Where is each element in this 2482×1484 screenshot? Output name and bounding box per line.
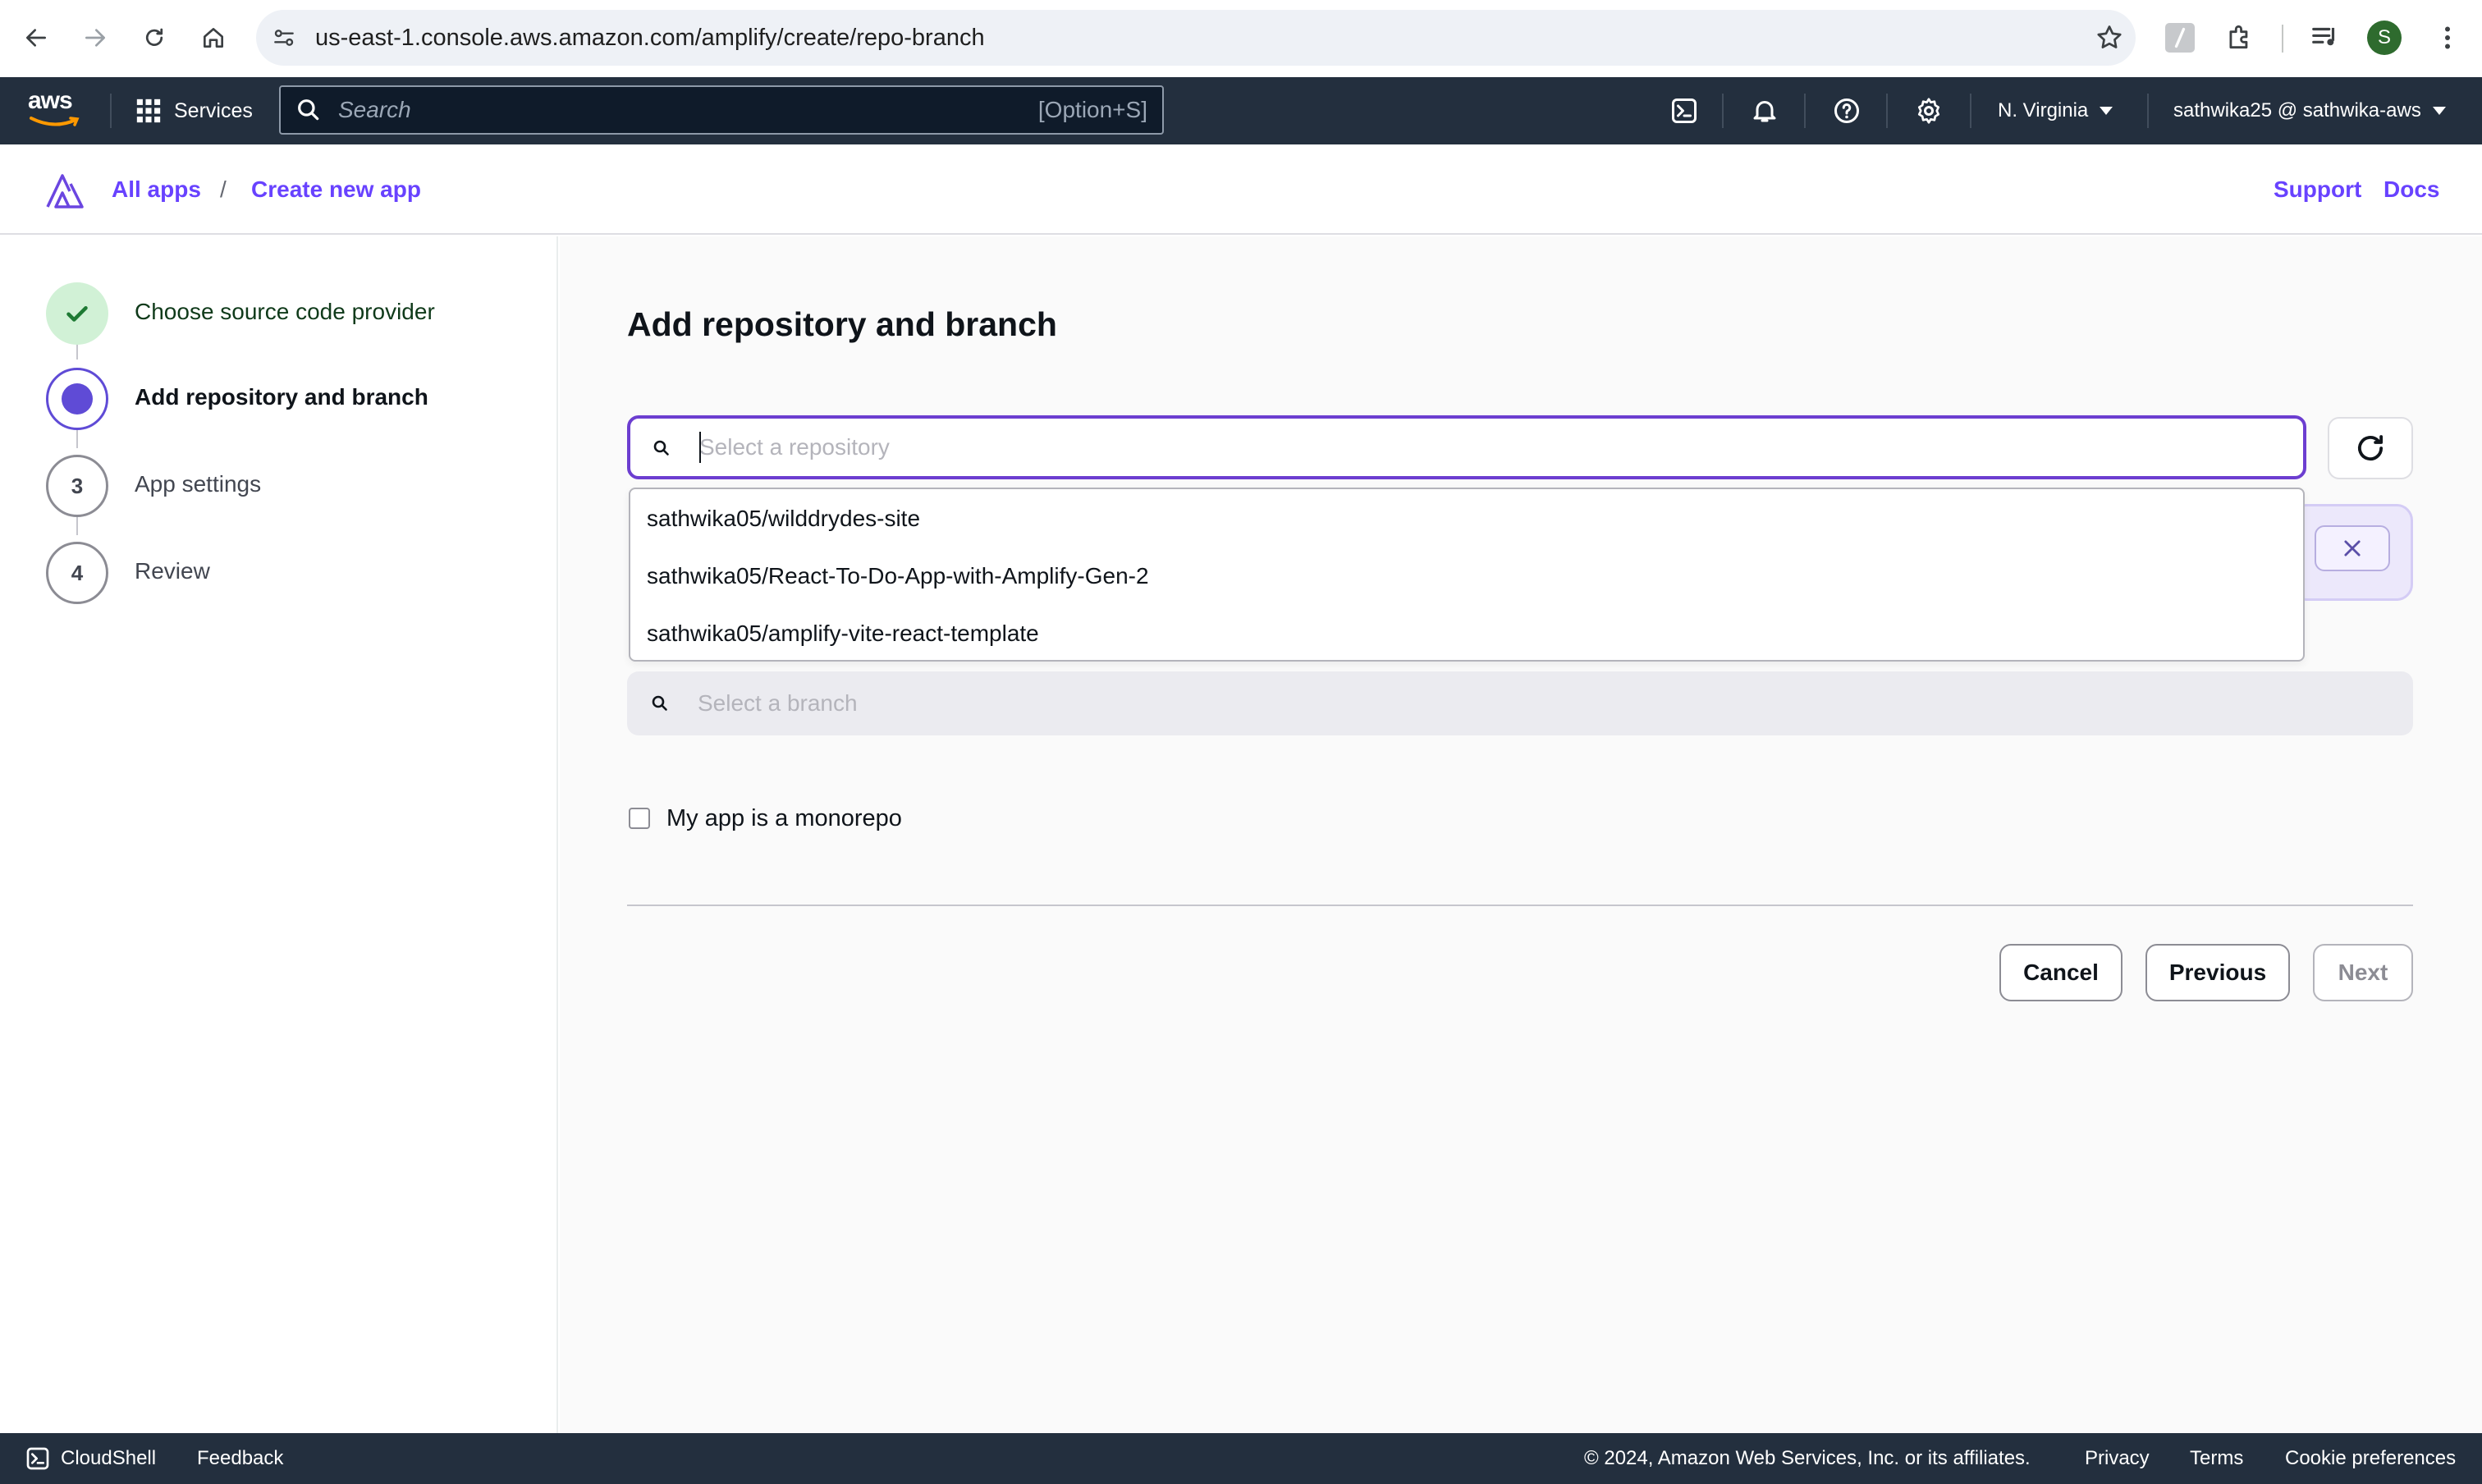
account-menu[interactable]: sathwika25 @ sathwika-aws [2173, 77, 2448, 144]
nav-divider [2147, 94, 2149, 128]
nav-divider [1886, 94, 1888, 128]
breadcrumb-all-apps[interactable]: All apps [112, 144, 201, 235]
step-number: 3 [46, 455, 108, 517]
nav-divider [110, 94, 112, 128]
form-divider [627, 905, 2413, 906]
breadcrumb-separator: / [220, 176, 227, 202]
step-label: App settings [135, 471, 262, 497]
step-label: Choose source code provider [135, 299, 435, 324]
step-number: 4 [46, 542, 108, 604]
cloudshell-icon [26, 1447, 49, 1470]
step-connector [76, 515, 78, 535]
home-button[interactable] [190, 15, 236, 61]
nav-divider [1970, 94, 1971, 128]
extension-icon[interactable] [2165, 23, 2195, 53]
repository-option[interactable]: sathwika05/React-To-Do-App-with-Amplify-… [647, 560, 1149, 593]
refresh-icon [2357, 435, 2384, 461]
copyright-text: © 2024, Amazon Web Services, Inc. or its… [1584, 1447, 2031, 1469]
region-label: N. Virginia [1998, 99, 2089, 121]
text-cursor [699, 432, 701, 463]
search-shortcut-hint: [Option+S] [1037, 97, 1147, 122]
search-icon [650, 694, 670, 713]
checkmark-icon [66, 306, 88, 322]
region-selector[interactable]: N. Virginia [1998, 77, 2114, 144]
monorepo-checkbox[interactable] [629, 808, 650, 829]
cookie-preferences-link[interactable]: Cookie preferences [2285, 1433, 2456, 1484]
terms-link[interactable]: Terms [2190, 1433, 2243, 1484]
address-bar[interactable]: us-east-1.console.aws.amazon.com/amplify… [256, 10, 2136, 66]
profile-avatar[interactable]: S [2367, 21, 2402, 55]
notifications-bell-icon[interactable] [1748, 94, 1781, 127]
page-title: Add repository and branch [627, 305, 1057, 343]
global-search-input[interactable]: Search [Option+S] [279, 85, 1164, 135]
feedback-link[interactable]: Feedback [197, 1433, 283, 1484]
nav-divider [1804, 94, 1806, 128]
forward-button[interactable] [72, 15, 118, 61]
repository-dropdown: sathwika05/wilddrydes-site sathwika05/Re… [629, 488, 2305, 662]
toolbar-divider [2282, 25, 2283, 53]
nav-divider [1722, 94, 1724, 128]
monorepo-label[interactable]: My app is a monorepo [666, 803, 902, 834]
docs-link[interactable]: Docs [2384, 144, 2439, 235]
media-queue-icon[interactable] [2310, 21, 2341, 53]
wizard-steps: Choose source code provider Add reposito… [0, 236, 558, 1433]
home-icon [204, 28, 223, 48]
back-button[interactable] [13, 15, 59, 61]
step-label: Add repository and branch [135, 384, 428, 410]
repository-select-input[interactable] [627, 415, 2306, 479]
current-step-dot-icon [62, 383, 93, 415]
search-icon [652, 438, 671, 458]
caret-down-icon [2432, 107, 2446, 115]
aws-smile-icon [30, 117, 80, 126]
cloudshell-icon[interactable] [1668, 94, 1701, 127]
site-info-icon[interactable] [271, 25, 297, 51]
step-completed-indicator [46, 282, 108, 345]
grid-icon [136, 98, 161, 123]
reload-icon [145, 28, 163, 46]
privacy-link[interactable]: Privacy [2085, 1433, 2150, 1484]
caret-down-icon [2100, 107, 2113, 115]
account-label: sathwika25 @ sathwika-aws [2173, 99, 2421, 121]
dismiss-alert-button[interactable] [2315, 525, 2390, 571]
forward-arrow-icon [85, 29, 105, 47]
repository-option[interactable]: sathwika05/wilddrydes-site [647, 502, 920, 535]
settings-gear-icon[interactable] [1912, 94, 1945, 127]
step-current-indicator [46, 368, 108, 430]
services-menu-button[interactable]: Services [135, 77, 253, 144]
step-connector [76, 428, 78, 448]
search-icon [295, 97, 322, 123]
cancel-button[interactable]: Cancel [1999, 944, 2123, 1001]
branch-placeholder: Select a branch [698, 690, 858, 716]
close-icon [2344, 540, 2361, 556]
browser-menu-icon[interactable] [2433, 21, 2462, 54]
extensions-puzzle-icon[interactable] [2224, 21, 2255, 53]
branch-select-input[interactable]: Select a branch [627, 671, 2413, 735]
refresh-repositories-button[interactable] [2328, 417, 2413, 479]
repository-search-field[interactable] [699, 419, 2259, 476]
search-placeholder: Search [338, 97, 411, 122]
aws-logo-text: aws [28, 87, 73, 114]
browser-toolbar: us-east-1.console.aws.amazon.com/amplify… [0, 0, 2482, 77]
help-icon[interactable] [1830, 94, 1863, 127]
step-label: Review [135, 558, 210, 584]
repository-option[interactable]: sathwika05/amplify-vite-react-template [647, 617, 1039, 650]
back-arrow-icon [26, 29, 46, 47]
console-footer: CloudShell Feedback © 2024, Amazon Web S… [0, 1433, 2482, 1484]
cloudshell-label: CloudShell [61, 1447, 157, 1469]
breadcrumb-create-new-app[interactable]: Create new app [251, 144, 421, 235]
next-button[interactable]: Next [2313, 944, 2413, 1001]
cloudshell-footer-button[interactable]: CloudShell [25, 1433, 156, 1484]
bookmark-star-icon[interactable] [2095, 23, 2124, 53]
aws-console-nav: aws Services Search [Option+S] N. Virgin… [0, 77, 2482, 144]
previous-button[interactable]: Previous [2145, 944, 2290, 1001]
services-label: Services [174, 98, 253, 122]
amplify-logo-icon[interactable] [44, 172, 85, 208]
aws-logo[interactable]: aws [28, 87, 82, 133]
breadcrumb-bar: All apps / Create new app Support Docs [0, 144, 2482, 235]
support-link[interactable]: Support [2274, 144, 2361, 235]
url-text[interactable]: us-east-1.console.aws.amazon.com/amplify… [315, 10, 985, 66]
reload-button[interactable] [131, 15, 177, 61]
